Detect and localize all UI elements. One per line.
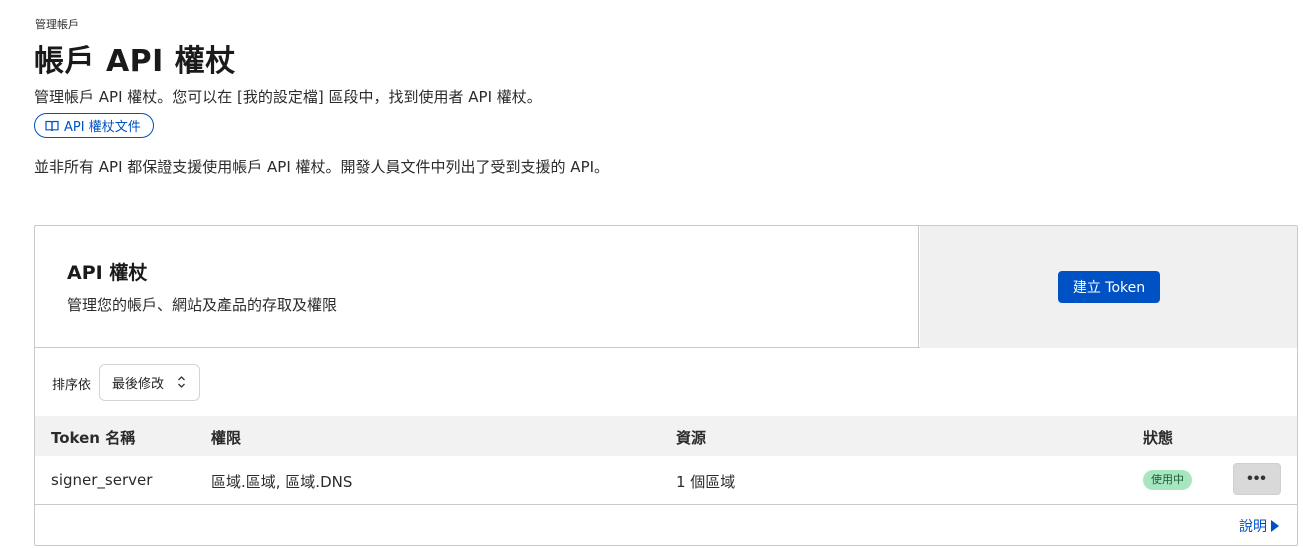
- page-title: 帳戶 API 權杖: [34, 44, 236, 79]
- page-description: 管理帳戶 API 權杖。您可以在 [我的設定檔] 區段中，找到使用者 API 權…: [34, 88, 542, 106]
- column-header-resources: 資源: [676, 429, 707, 447]
- create-token-button[interactable]: 建立 Token: [1058, 271, 1160, 303]
- token-name: signer_server: [51, 471, 153, 489]
- card-title: API 權杖: [67, 262, 148, 284]
- api-token-docs-label: API 權杖文件: [64, 120, 141, 135]
- card-header: API 權杖 管理您的帳戶、網站及產品的存取及權限 建立 Token: [35, 226, 1297, 348]
- column-header-permissions: 權限: [211, 429, 242, 447]
- chevron-up-down-icon: [177, 375, 186, 389]
- breadcrumb[interactable]: 管理帳戶: [35, 16, 79, 32]
- help-link[interactable]: 說明: [1239, 516, 1279, 536]
- column-header-name[interactable]: Token 名稱: [51, 427, 135, 448]
- row-actions-button[interactable]: •••: [1233, 463, 1281, 495]
- api-token-docs-link[interactable]: API 權杖文件: [34, 113, 154, 138]
- support-note: 並非所有 API 都保證支援使用帳戶 API 權杖。開發人員文件中列出了受到支援…: [34, 158, 610, 176]
- sort-label: 排序依: [52, 378, 92, 393]
- help-link-label: 說明: [1239, 519, 1267, 535]
- column-header-status: 狀態: [1143, 429, 1174, 447]
- card-subtitle: 管理您的帳戶、網站及產品的存取及權限: [67, 296, 338, 314]
- table-header: Token 名稱 權限 資源 狀態: [35, 416, 1297, 456]
- card-header-info: API 權杖 管理您的帳戶、網站及產品的存取及權限: [35, 226, 919, 348]
- token-permissions: 區域.區域, 區域.DNS: [211, 473, 353, 491]
- triangle-right-icon: [1271, 520, 1279, 532]
- token-resources: 1 個區域: [676, 473, 736, 491]
- sort-select-value: 最後修改: [112, 377, 165, 392]
- sort-bar: 排序依 最後修改: [35, 348, 1297, 416]
- status-badge: 使用中: [1143, 470, 1192, 490]
- card-header-actions: 建立 Token: [920, 226, 1297, 348]
- sort-select[interactable]: 最後修改: [99, 364, 200, 401]
- book-icon: [45, 120, 59, 132]
- table-row: signer_server 區域.區域, 區域.DNS 1 個區域 使用中 ••…: [35, 456, 1297, 505]
- api-tokens-card: API 權杖 管理您的帳戶、網站及產品的存取及權限 建立 Token 排序依 最…: [34, 225, 1298, 546]
